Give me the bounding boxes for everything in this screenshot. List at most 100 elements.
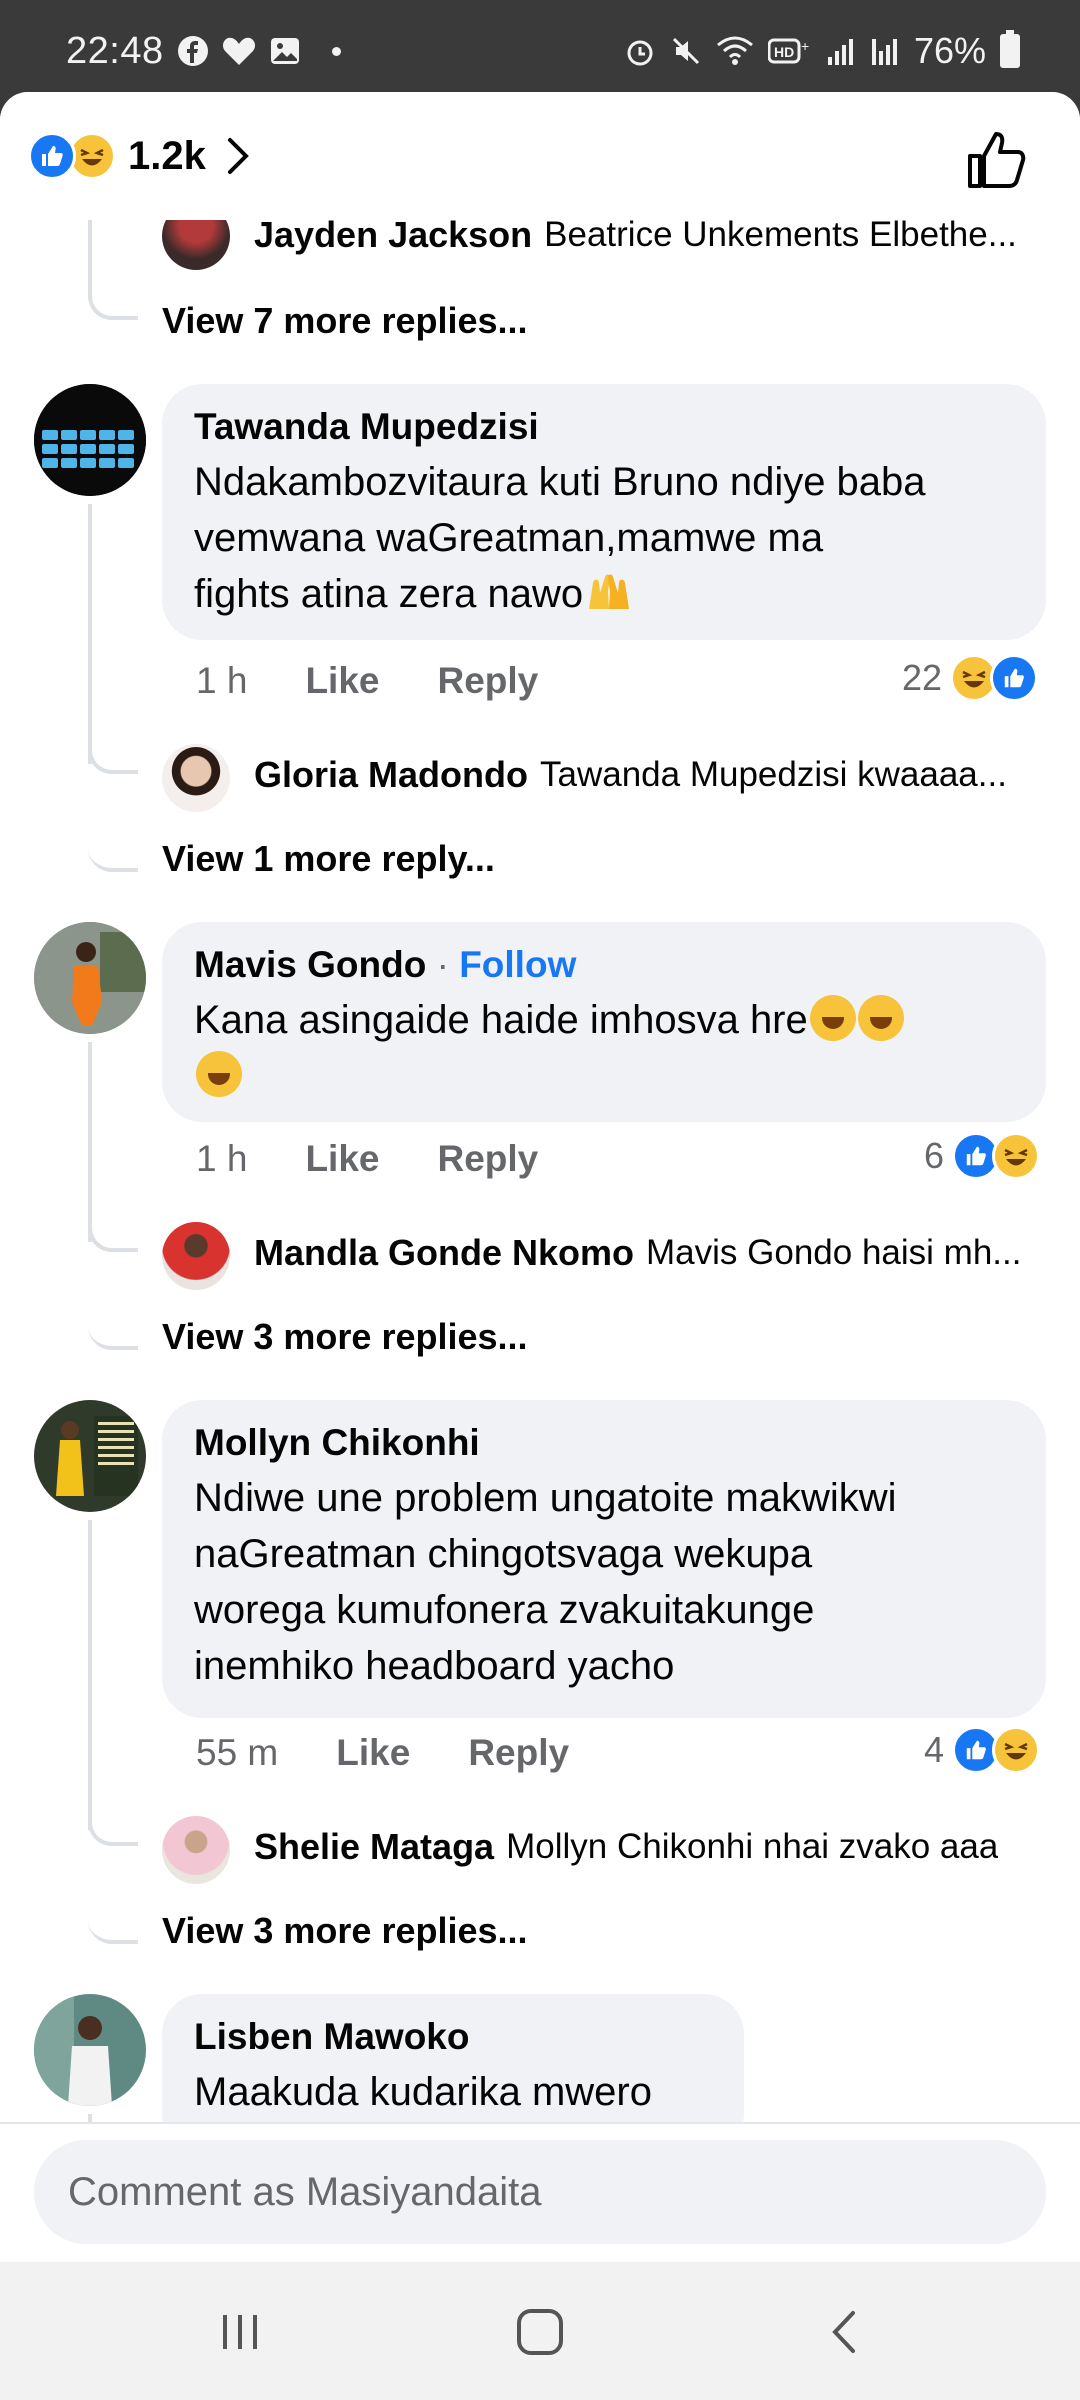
haha-reaction-icon [992, 1726, 1041, 1774]
comment-text-line: worega kumufonera zvakuitakunge [194, 1588, 815, 1632]
battery-percent: 76% [913, 30, 986, 71]
comment-author[interactable]: Tawanda Mupedzisi [194, 404, 1014, 450]
comment-reactions[interactable]: 6 [924, 1132, 1041, 1180]
hd-icon: HD + [767, 38, 809, 64]
thread-line [88, 1864, 138, 1944]
back-button[interactable] [816, 2302, 876, 2362]
wifi-icon [716, 36, 753, 65]
like-reaction-icon [990, 654, 1039, 702]
follow-button[interactable]: Follow [459, 944, 576, 985]
comment-bubble[interactable]: Tawanda Mupedzisi Ndakambozvitaura kuti … [162, 384, 1046, 640]
signal-icon [827, 39, 853, 65]
facebook-icon [176, 34, 210, 68]
comment-text-line: inemhiko headboard yacho [194, 1644, 675, 1688]
comment-reactions[interactable]: 22 [902, 654, 1039, 702]
comment-text-line: vemwana waGreatman,mamwe ma [194, 516, 824, 560]
reply-author[interactable]: Jayden Jackson [254, 214, 532, 256]
reply-preview[interactable]: Jayden Jackson Beatrice Unkements Elbeth… [230, 214, 1080, 256]
comments-sheet: 1.2k Jayden Jackson Beatrice Unkements E… [0, 92, 1080, 2262]
reply-button[interactable]: Reply [437, 1138, 538, 1180]
comment-composer-bar: Comment as Masiyandaita [0, 2122, 1080, 2262]
comment-actions: 55 m Like Reply [196, 1732, 569, 1774]
view-more-replies[interactable]: View 3 more replies... [162, 1316, 528, 1358]
comment-time[interactable]: 1 h [196, 1138, 247, 1180]
thread-line [88, 792, 138, 872]
thread-line [88, 1270, 138, 1350]
status-bar: 22:48 HD + 76% [0, 0, 1080, 92]
reply-text: Beatrice Unkements Elbethe... [544, 215, 1017, 254]
more-notifications-dot [332, 46, 341, 56]
rofl-emoji [809, 995, 856, 1041]
reply-author[interactable]: Gloria Madondo [254, 754, 528, 796]
like-button[interactable]: Like [336, 1732, 410, 1774]
comment-text: Kana asingaide haide imhosva hre [194, 992, 1014, 1104]
reaction-count: 22 [902, 657, 943, 698]
reply-author[interactable]: Shelie Mataga [254, 1826, 494, 1868]
reply-preview[interactable]: Shelie Mataga Mollyn Chikonhi nhai zvako… [230, 1826, 1080, 1868]
reply-text: Mavis Gondo haisi mh... [646, 1233, 1022, 1272]
comment-text-line: naGreatman chingotsvaga wekupa [194, 1532, 813, 1576]
comment-actions: 1 h Like Reply [196, 660, 538, 702]
comment-reactions[interactable]: 4 [924, 1726, 1041, 1774]
recents-button[interactable] [210, 2302, 270, 2362]
reply-button[interactable]: Reply [468, 1732, 569, 1774]
comment-author[interactable]: Mavis Gondo [194, 944, 426, 985]
comment-text-line: Kana asingaide haide imhosva hre [194, 998, 808, 1042]
heart-icon [222, 34, 256, 68]
view-more-replies[interactable]: View 3 more replies... [162, 1910, 528, 1952]
svg-text:HD: HD [774, 44, 794, 60]
thread-line [88, 220, 138, 320]
reply-preview[interactable]: Gloria Madondo Tawanda Mupedzisi kwaaaa.… [230, 754, 1080, 796]
comment-text-line: fights atina zera nawo [194, 572, 584, 616]
reaction-count: 1.2k [128, 133, 206, 178]
comment-header: Mavis Gondo · Follow [194, 942, 1014, 988]
avatar[interactable] [34, 1400, 146, 1512]
comment-text-line: Ndakambozvitaura kuti Bruno ndiye baba [194, 460, 926, 504]
avatar[interactable] [34, 1994, 146, 2106]
comment-text: Maakuda kudarika mwero [194, 2064, 712, 2120]
thread-line [88, 1520, 92, 1830]
comment-bubble[interactable]: Mavis Gondo · Follow Kana asingaide haid… [162, 922, 1046, 1122]
comment-input-placeholder: Comment as Masiyandaita [68, 2169, 542, 2214]
reply-text: Tawanda Mupedzisi kwaaaa... [540, 755, 1007, 794]
thread-line [88, 1200, 138, 1252]
comment-author[interactable]: Mollyn Chikonhi [194, 1420, 1014, 1466]
notification-icons [176, 34, 341, 68]
avatar[interactable] [34, 922, 146, 1034]
comment-time[interactable]: 55 m [196, 1732, 278, 1774]
view-more-replies[interactable]: View 1 more reply... [162, 838, 495, 880]
like-reaction-icon [28, 132, 76, 180]
alarm-icon [627, 40, 653, 66]
thread-line [88, 1794, 138, 1846]
thread-line [88, 722, 138, 774]
reply-preview[interactable]: Mandla Gonde Nkomo Mavis Gondo haisi mh.… [230, 1232, 1080, 1274]
system-icons: HD + 76% [624, 30, 1020, 72]
haha-reaction-icon [992, 1132, 1041, 1180]
status-time: 22:48 [66, 30, 164, 72]
avatar[interactable] [162, 1816, 230, 1884]
mute-icon [672, 37, 699, 65]
comment-time[interactable]: 1 h [196, 660, 247, 702]
comment-author[interactable]: Lisben Mawoko [194, 2014, 712, 2060]
like-button[interactable]: Like [305, 1138, 379, 1180]
reactions-summary[interactable]: 1.2k [28, 132, 256, 180]
reply-author[interactable]: Mandla Gonde Nkomo [254, 1232, 634, 1274]
like-button[interactable]: Like [305, 660, 379, 702]
chevron-right-icon [222, 136, 256, 176]
comment-input[interactable]: Comment as Masiyandaita [34, 2140, 1046, 2244]
avatar[interactable] [162, 1222, 230, 1290]
comment-bubble[interactable]: Mollyn Chikonhi Ndiwe une problem ungato… [162, 1400, 1046, 1718]
reaction-count: 6 [924, 1135, 945, 1176]
gallery-icon [268, 34, 302, 68]
avatar[interactable] [162, 744, 230, 812]
reactions-header: 1.2k [0, 92, 1080, 220]
raised-hands-emoji [589, 574, 630, 609]
like-post-button[interactable] [964, 128, 1028, 192]
svg-text:+: + [801, 38, 809, 54]
reply-button[interactable]: Reply [437, 660, 538, 702]
avatar[interactable] [34, 384, 146, 496]
home-button[interactable] [510, 2302, 570, 2362]
reaction-count: 4 [924, 1729, 945, 1770]
view-more-replies[interactable]: View 7 more replies... [162, 300, 528, 342]
comment-text: Ndiwe une problem ungatoite makwikwi naG… [194, 1470, 1014, 1694]
